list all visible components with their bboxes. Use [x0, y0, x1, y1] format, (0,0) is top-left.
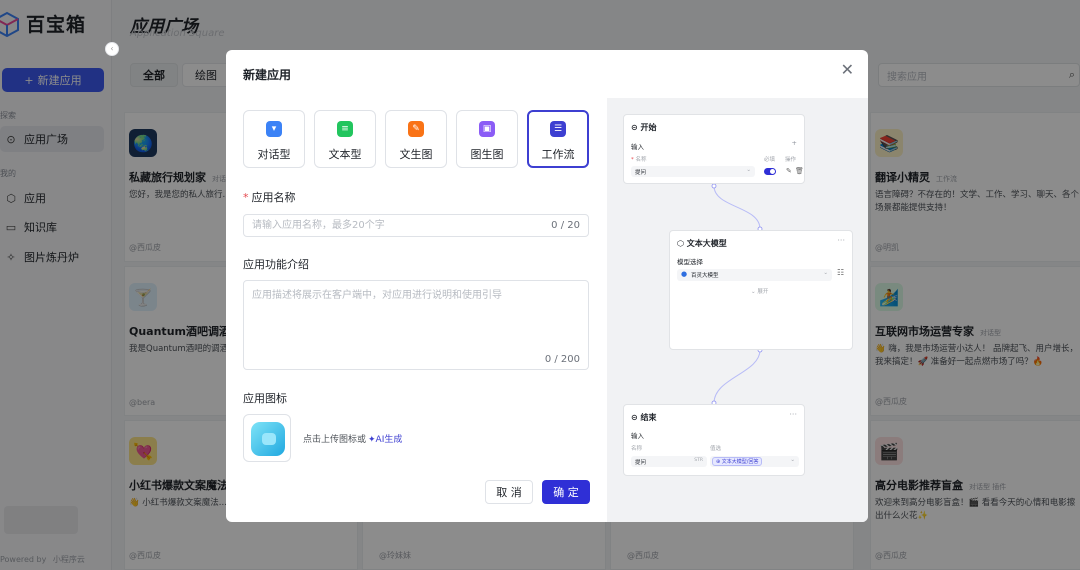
app-name-input[interactable]: 请输入应用名称，最多20个字 0 / 20: [243, 214, 589, 237]
cancel-button[interactable]: 取 消: [485, 480, 533, 504]
start-var-input[interactable]: 提问 ⌄: [631, 166, 755, 177]
app-desc-textarea[interactable]: 应用描述将展示在客户端中，对应用进行说明和使用引导 0 / 200: [243, 280, 589, 370]
name-char-counter: 0 / 20: [551, 220, 580, 231]
app-name-placeholder: 请输入应用名称，最多20个字: [252, 220, 385, 231]
text-icon: ≡: [337, 121, 353, 137]
end-var-name[interactable]: 提问 STR: [631, 456, 707, 467]
close-icon[interactable]: ✕: [841, 62, 854, 78]
col-value: 值选: [710, 446, 722, 452]
chevron-down-icon: ⌄: [790, 457, 795, 463]
col-action: 操作: [785, 157, 797, 163]
dialog-title: 新建应用: [243, 68, 292, 82]
llm-node-title: ⬡ 文本大模型: [677, 239, 727, 248]
end-node[interactable]: ⊝ 结束 ··· 输入 名称 值选 提问 STR ⊕ 文本大模型/回答 ⌄: [623, 404, 805, 476]
app-icon-label: 应用图标: [243, 392, 287, 405]
required-mark: *: [243, 191, 249, 204]
col-required: 必填: [764, 157, 776, 163]
collapse-sidebar-button[interactable]: ‹: [105, 42, 119, 56]
col-name: 名称: [631, 446, 643, 452]
app-icon-picker[interactable]: [243, 414, 291, 462]
brush-icon: ✎: [408, 121, 424, 137]
more-icon[interactable]: ···: [837, 236, 845, 245]
model-select[interactable]: ● 百灵大模型 ⌄: [677, 269, 832, 281]
expand-toggle[interactable]: ⌄ 展开: [751, 287, 768, 295]
app-desc-label: 应用功能介绍: [243, 258, 309, 271]
start-node[interactable]: ⊝ 开始 输入 + * 名称 必填 操作 提问 ⌄ ✎ 🗑: [623, 114, 805, 184]
type-label: 文生图: [399, 148, 433, 161]
type-option-text-to-image[interactable]: ✎ 文生图: [385, 110, 447, 168]
new-app-dialog: 新建应用 ✕ ▾ 对话型 ≡ 文本型 ✎ 文生图 ▣ 图生图 ☰ 工作流 * 应用…: [226, 50, 868, 522]
end-input-section: 输入: [631, 432, 644, 440]
ai-generate-link[interactable]: ✦AI生成: [368, 435, 402, 445]
settings-icon[interactable]: ☷: [837, 268, 844, 277]
image-icon: ▣: [479, 121, 495, 137]
type-option-image-to-image[interactable]: ▣ 图生图: [456, 110, 518, 168]
add-icon[interactable]: +: [792, 139, 797, 147]
stop-icon: ⊝: [631, 413, 641, 422]
type-label: 文本型: [328, 148, 362, 161]
required-toggle[interactable]: [764, 168, 776, 175]
type-label: 图生图: [470, 148, 504, 161]
type-option-text[interactable]: ≡ 文本型: [314, 110, 376, 168]
workflow-icon: ☰: [550, 121, 566, 137]
desc-char-counter: 0 / 200: [544, 354, 580, 365]
confirm-button[interactable]: 确 定: [542, 480, 590, 504]
app-desc-placeholder: 应用描述将展示在客户端中，对应用进行说明和使用引导: [252, 290, 502, 301]
type-label: 工作流: [541, 148, 575, 161]
app-icon-preview: [251, 422, 285, 456]
chevron-down-icon: ⌄: [746, 167, 751, 173]
model-icon: ⬡: [677, 239, 687, 248]
upload-hint: 点击上传图标或 ✦AI生成: [303, 435, 403, 445]
play-icon: ⊝: [631, 123, 641, 132]
end-node-title: ⊝ 结束: [631, 413, 657, 422]
delete-icon[interactable]: 🗑: [795, 167, 804, 175]
edit-icon[interactable]: ✎: [786, 167, 792, 175]
model-logo-icon: ●: [681, 270, 688, 278]
col-name: * 名称: [631, 157, 647, 163]
app-name-label: * 应用名称: [243, 191, 296, 204]
type-label: 对话型: [257, 148, 291, 161]
model-select-label: 模型选择: [677, 258, 703, 266]
start-node-title: ⊝ 开始: [631, 123, 657, 132]
more-icon[interactable]: ···: [789, 410, 797, 419]
ref-pill: ⊕ 文本大模型/回答: [712, 457, 763, 466]
type-option-workflow[interactable]: ☰ 工作流: [527, 110, 589, 168]
chat-icon: ▾: [266, 121, 282, 137]
start-input-section: 输入: [631, 143, 644, 151]
type-option-chat[interactable]: ▾ 对话型: [243, 110, 305, 168]
end-var-ref[interactable]: ⊕ 文本大模型/回答 ⌄: [710, 456, 799, 467]
llm-node[interactable]: ⬡ 文本大模型 ··· 模型选择 ● 百灵大模型 ⌄ ☷ ⌄ 展开: [669, 230, 853, 350]
chevron-down-icon: ⌄: [823, 270, 828, 276]
workflow-preview: ⊝ 开始 输入 + * 名称 必填 操作 提问 ⌄ ✎ 🗑 ⬡ 文本大模型 ··…: [607, 98, 868, 522]
robot-face-icon: [262, 433, 276, 445]
